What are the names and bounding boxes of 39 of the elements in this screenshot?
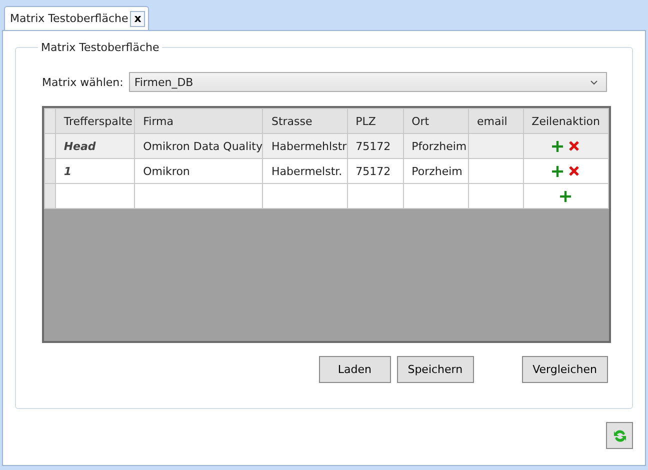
column-header: Strasse <box>262 108 348 134</box>
column-header: Trefferspalte <box>55 108 135 134</box>
fieldset-legend: Matrix Testoberfläche <box>38 41 162 54</box>
refresh-icon <box>612 428 628 444</box>
chevron-down-icon <box>590 80 598 84</box>
table-cell: Habermelstr. <box>262 158 348 184</box>
close-button[interactable]: x <box>130 10 146 26</box>
action-button[interactable]: Laden <box>318 356 391 383</box>
table-cell: 1 <box>55 158 135 184</box>
column-header: email <box>468 108 524 134</box>
refresh-button[interactable] <box>606 422 633 449</box>
table-cell <box>347 184 404 208</box>
row-header-cell <box>44 108 56 134</box>
table-cell <box>403 184 469 208</box>
matrix-dropdown[interactable]: Firmen_DB <box>129 72 607 92</box>
table-cell: Head <box>55 134 135 158</box>
column-header: Zeilenaktion <box>523 108 608 134</box>
tab[interactable]: Matrix Testoberfläche x <box>4 6 150 30</box>
plus-icon[interactable] <box>552 166 564 177</box>
column-header: PLZ <box>347 108 404 134</box>
plus-icon[interactable] <box>560 190 572 202</box>
table-cell: Omikron Data Quality <box>134 134 263 158</box>
table-cell: Habermehlstr <box>262 134 348 158</box>
table-cell: 75172 <box>347 158 404 184</box>
row-header-cell <box>44 184 56 208</box>
delete-icon[interactable] <box>569 141 580 152</box>
delete-icon[interactable] <box>569 166 580 176</box>
table-cell: Omikron <box>134 158 263 184</box>
action-button[interactable]: Speichern <box>396 356 474 383</box>
column-header: Firma <box>134 108 263 134</box>
row-header-cell <box>44 134 56 158</box>
matrix-label: Matrix wählen: <box>42 76 124 88</box>
table-cell: Porzheim <box>403 158 469 184</box>
row-header-cell <box>44 158 56 184</box>
table-cell: 75172 <box>347 134 404 158</box>
plus-icon[interactable] <box>552 140 564 152</box>
table-cell: Pforzheim <box>403 134 469 158</box>
column-header: Ort <box>403 108 469 134</box>
action-button[interactable]: Vergleichen <box>522 356 608 383</box>
